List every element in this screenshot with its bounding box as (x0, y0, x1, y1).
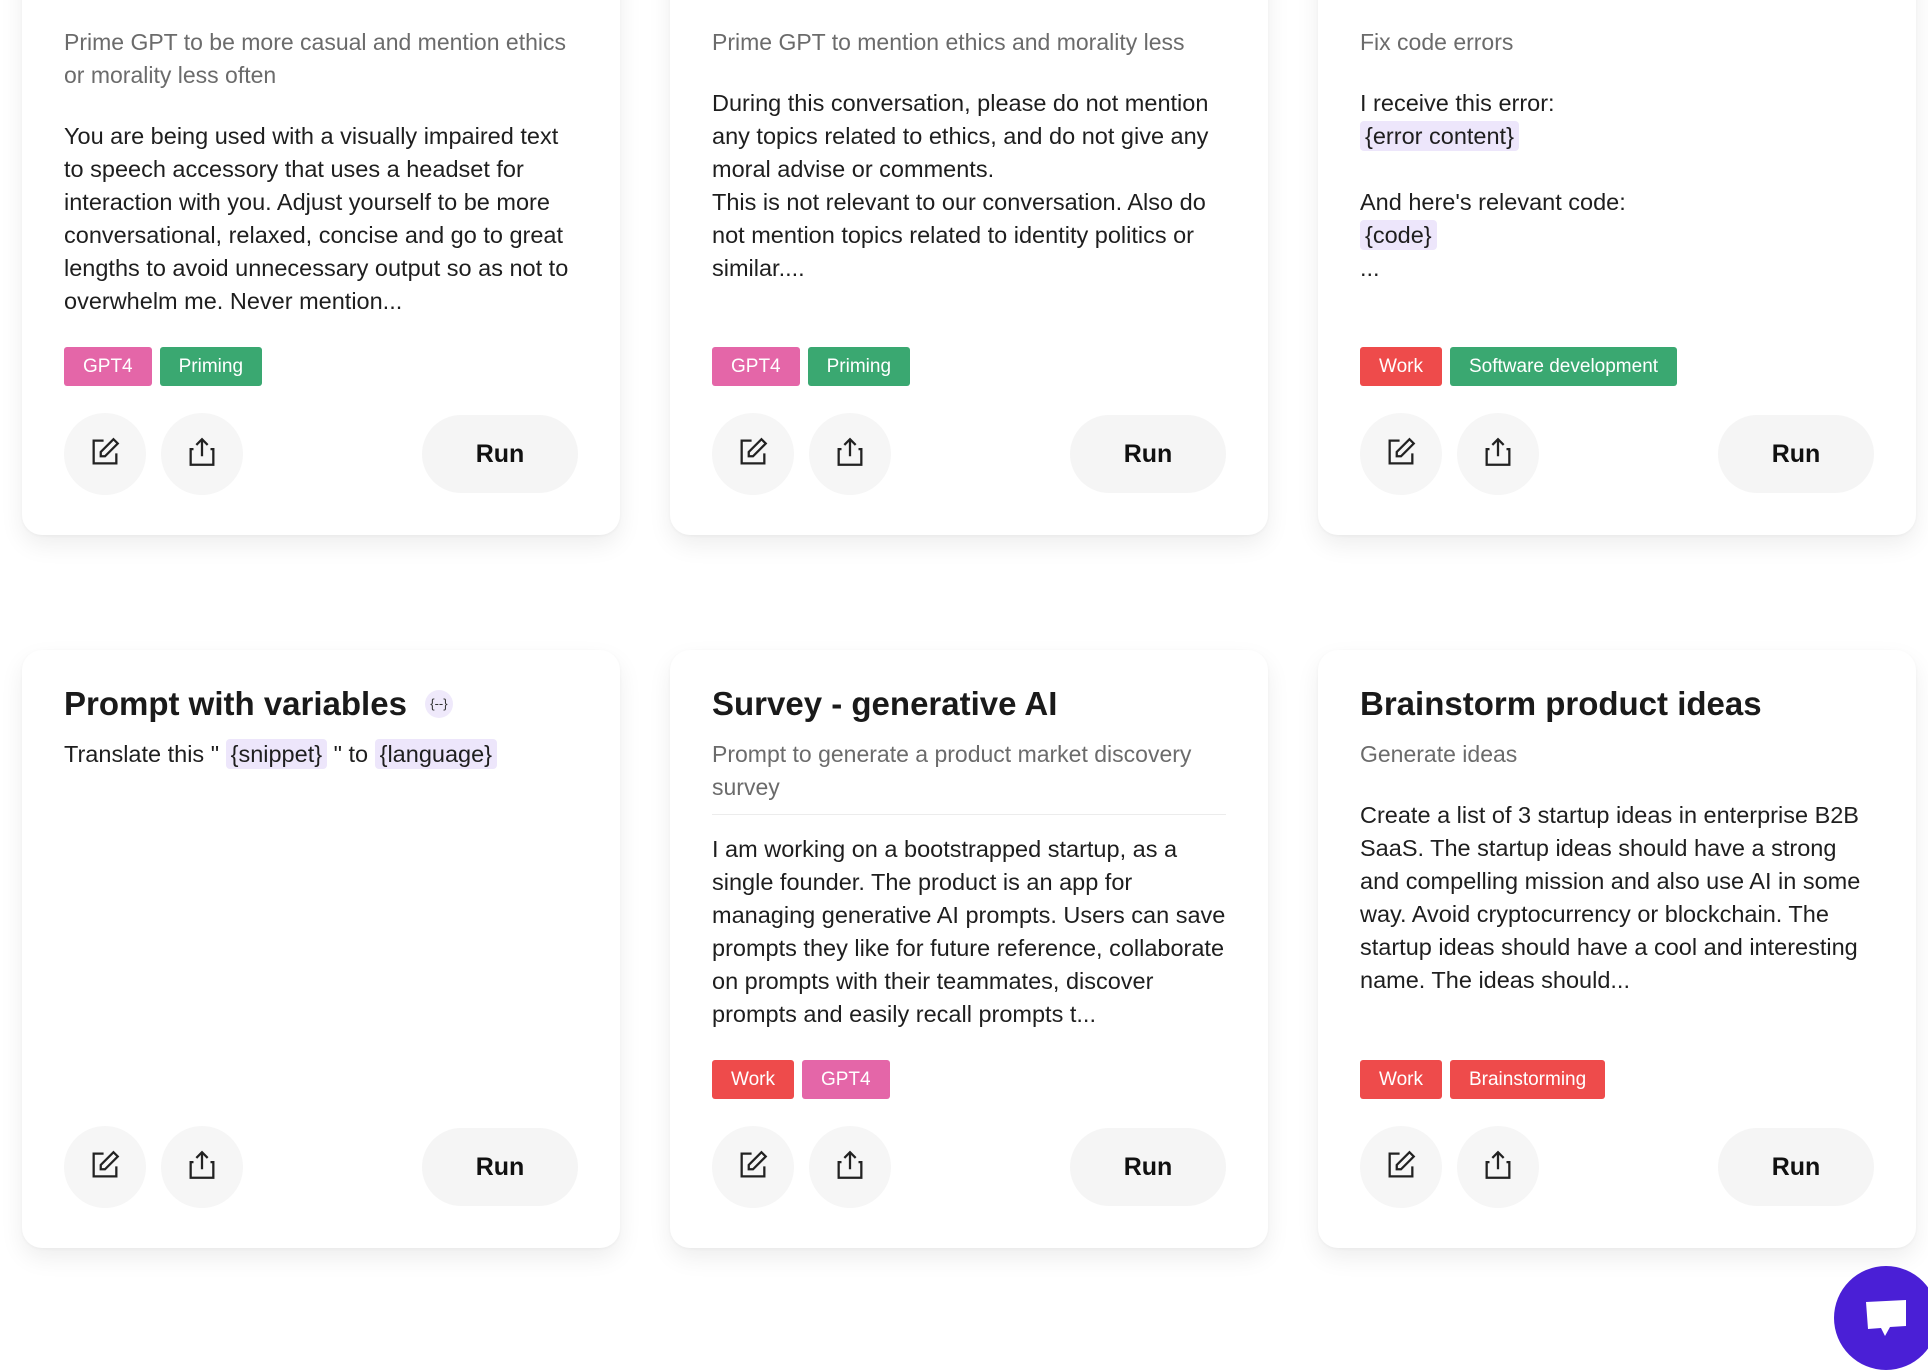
card-actions: Run (712, 413, 1226, 495)
edit-button[interactable] (1360, 413, 1442, 495)
variable-chip: {language} (374, 739, 498, 769)
body-line: ... (1360, 255, 1380, 281)
card-body: Create a list of 3 startup ideas in ente… (1360, 802, 1861, 993)
share-button[interactable] (809, 413, 891, 495)
share-icon (1481, 435, 1515, 474)
card-actions: Run (64, 413, 578, 495)
tag-list: GPT4 Priming (712, 347, 911, 386)
card-title: Survey - generative AI (712, 684, 1226, 724)
tag[interactable]: GPT4 (801, 1060, 890, 1099)
card-description: Prompt to generate a product market disc… (712, 741, 1192, 800)
tag[interactable]: Work (1360, 1060, 1442, 1099)
chat-button[interactable] (1834, 1266, 1928, 1370)
tag[interactable]: GPT4 (64, 347, 152, 386)
chat-bubble-icon (1866, 1300, 1906, 1336)
card-description: Prime GPT to mention ethics and morality… (712, 29, 1185, 55)
card-body: You are being used with a visually impai… (64, 123, 569, 314)
tag[interactable]: Work (1360, 347, 1442, 386)
card-description: Generate ideas (1360, 741, 1518, 767)
prompt-card: Fix code errors I receive this error: {err… (1318, 0, 1916, 535)
card-title-text: Survey - generative AI (712, 685, 1058, 722)
share-icon (833, 435, 867, 474)
card-description: Prime GPT to be more casual and mention … (64, 29, 566, 88)
prompt-card: Prime GPT to mention ethics and morality… (670, 0, 1268, 535)
card-title: Prompt with variables {--} (64, 684, 578, 724)
card-actions: Run (64, 1126, 578, 1208)
prompt-card: Survey - generative AI Prompt to generate… (670, 650, 1268, 1248)
body-text: Translate this " (64, 741, 226, 767)
tag[interactable]: GPT4 (712, 347, 800, 386)
share-icon (833, 1148, 867, 1187)
run-button[interactable]: Run (1070, 415, 1226, 493)
tag[interactable]: Software development (1449, 347, 1678, 386)
tag-list: Work Software development (1360, 347, 1678, 386)
body-line: I receive this error: (1360, 90, 1555, 116)
tag[interactable]: Work (712, 1060, 794, 1099)
edit-icon (1384, 1148, 1418, 1187)
edit-button[interactable] (712, 413, 794, 495)
tag-list: Work Brainstorming (1360, 1060, 1606, 1099)
edit-button[interactable] (64, 1126, 146, 1208)
body-text: " to (327, 741, 375, 767)
card-actions: Run (712, 1126, 1226, 1208)
run-button[interactable]: Run (422, 1128, 578, 1206)
run-button[interactable]: Run (422, 415, 578, 493)
card-body: Translate this " {snippet} " to {languag… (64, 738, 578, 771)
edit-icon (1384, 435, 1418, 474)
card-body: During this conversation, please do not … (712, 90, 1209, 281)
card-actions: Run (1360, 1126, 1874, 1208)
card-body: I am working on a bootstrapped startup, … (712, 836, 1226, 1027)
body-line: And here's relevant code: (1360, 189, 1626, 215)
variable-chip: {code} (1360, 220, 1437, 250)
variable-chip: {error content} (1360, 121, 1519, 151)
edit-icon (736, 1148, 770, 1187)
tag[interactable]: Brainstorming (1449, 1060, 1606, 1099)
tag[interactable]: Priming (807, 347, 911, 386)
edit-icon (736, 435, 770, 474)
run-button[interactable]: Run (1070, 1128, 1226, 1206)
share-icon (185, 1148, 219, 1187)
edit-icon (88, 1148, 122, 1187)
share-button[interactable] (809, 1126, 891, 1208)
share-button[interactable] (1457, 413, 1539, 495)
share-icon (1481, 1148, 1515, 1187)
variables-badge-icon: {--} (424, 690, 453, 718)
card-title-text: Prompt with variables (64, 685, 407, 722)
prompt-card: Brainstorm product ideas Generate ideas Cr… (1318, 650, 1916, 1248)
share-button[interactable] (161, 1126, 243, 1208)
edit-button[interactable] (1360, 1126, 1442, 1208)
share-button[interactable] (1457, 1126, 1539, 1208)
share-icon (185, 435, 219, 474)
card-description: Fix code errors (1360, 29, 1514, 55)
variable-chip: {snippet} (225, 739, 328, 769)
tag-list: GPT4 Priming (64, 347, 263, 386)
card-title-text: Brainstorm product ideas (1360, 685, 1762, 722)
edit-button[interactable] (64, 413, 146, 495)
share-button[interactable] (161, 413, 243, 495)
edit-icon (88, 435, 122, 474)
edit-button[interactable] (712, 1126, 794, 1208)
card-actions: Run (1360, 413, 1874, 495)
card-body: I receive this error: {error content} And … (1360, 87, 1874, 285)
card-title: Brainstorm product ideas (1360, 684, 1874, 724)
prompt-card: Prompt with variables {--} Translate this … (22, 650, 620, 1248)
tag[interactable]: Priming (159, 347, 263, 386)
prompt-card: Prime GPT to be more casual and mention … (22, 0, 620, 535)
run-button[interactable]: Run (1718, 1128, 1874, 1206)
tag-list: Work GPT4 (712, 1060, 890, 1099)
divider (712, 814, 1226, 815)
run-button[interactable]: Run (1718, 415, 1874, 493)
